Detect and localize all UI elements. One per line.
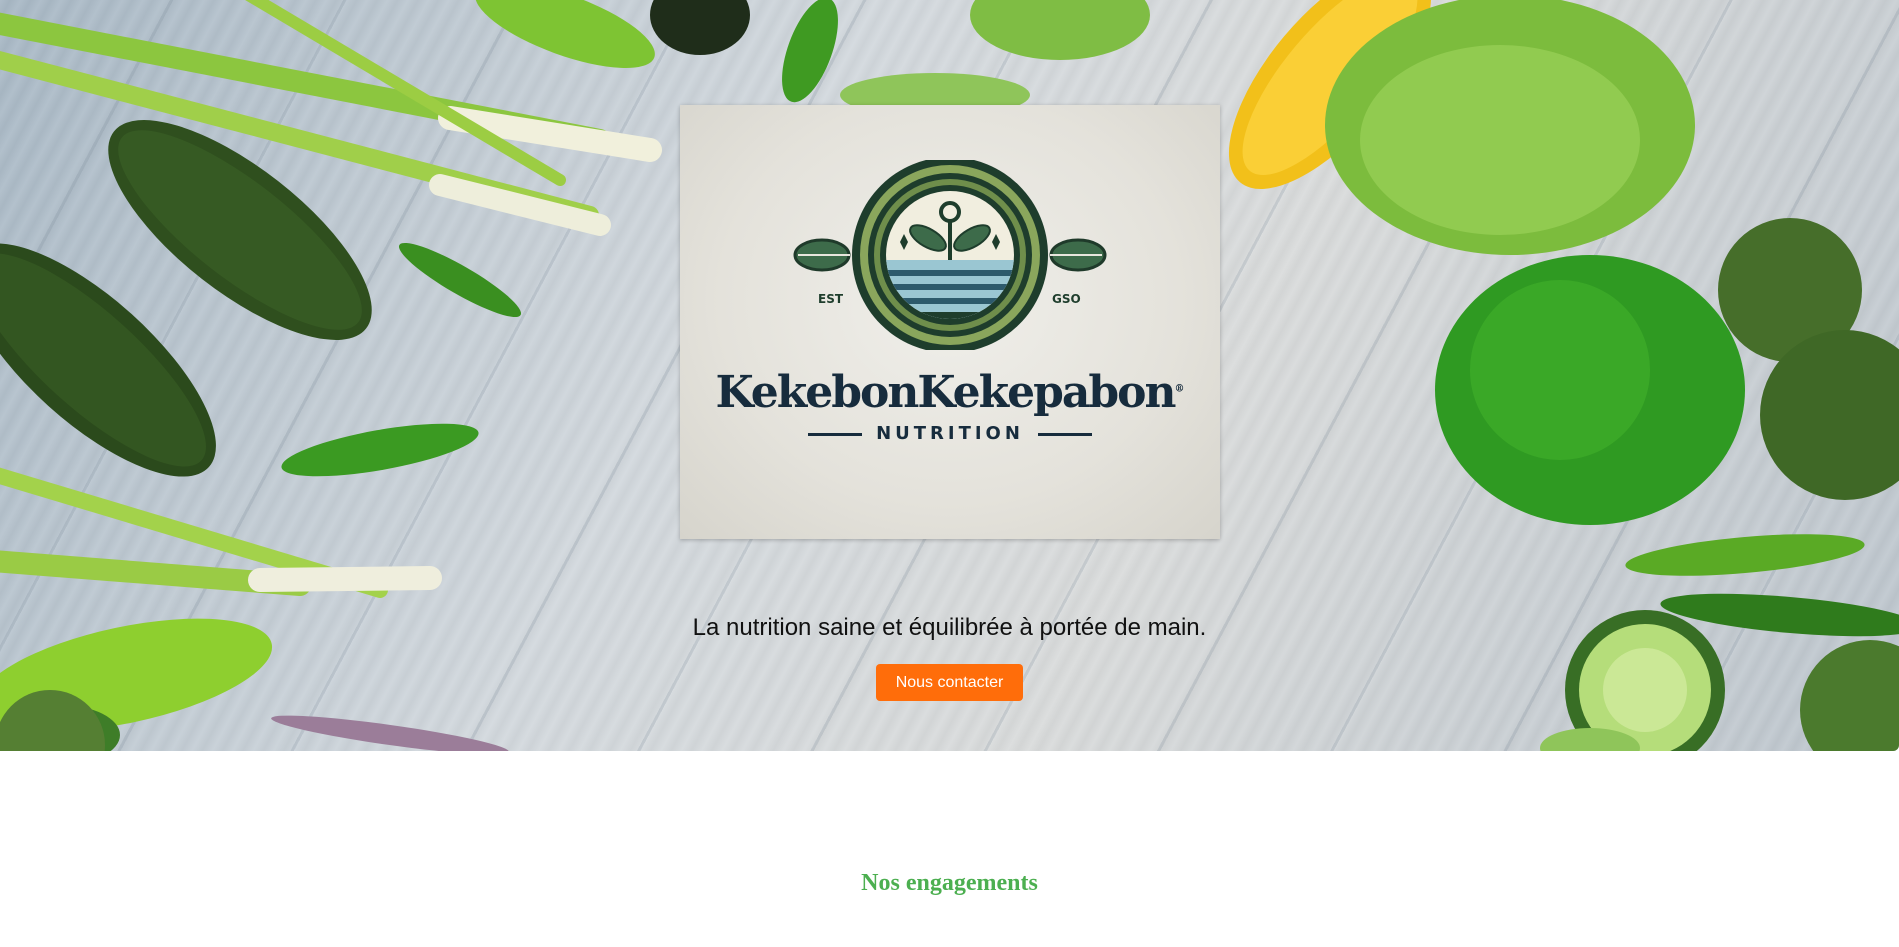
section-title-engagements: Nos engagements [861, 870, 1038, 896]
brand-logo: EST GSO KekebonKekepabon® NUTRITION [680, 105, 1220, 539]
svg-text:EST: EST [818, 292, 844, 306]
hero-tagline: La nutrition saine et équilibrée à porté… [692, 614, 1207, 641]
brand-subtitle: NUTRITION [680, 423, 1220, 444]
brand-name: KekebonKekepabon® [715, 367, 1185, 418]
svg-text:GSO: GSO [1052, 292, 1081, 306]
hero-banner: EST GSO KekebonKekepabon® NUTRITION La n… [0, 0, 1899, 751]
contact-button[interactable]: Nous contacter [876, 664, 1023, 701]
sprout-horizon-icon: EST GSO [793, 160, 1107, 350]
